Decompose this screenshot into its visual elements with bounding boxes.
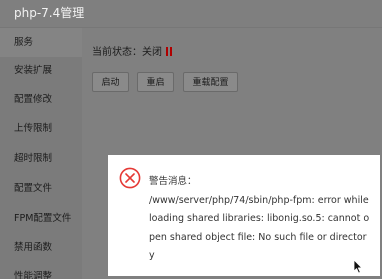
sidebar-item-disabled-functions[interactable]: 禁用函数 (0, 233, 82, 262)
sidebar-item-upload-limit[interactable]: 上传限制 (0, 114, 82, 143)
status-label: 当前状态：关闭 (92, 47, 162, 58)
sidebar-item-config-edit[interactable]: 配置修改 (0, 85, 82, 114)
mouse-pointer-icon (353, 259, 363, 274)
sidebar-item-fpm-config-file[interactable]: FPM配置文件 (0, 204, 82, 233)
alert-title: 警告消息： (149, 176, 197, 187)
sidebar-item-timeout-limit[interactable]: 超时限制 (0, 144, 82, 173)
titlebar: php-7.4管理 (0, 0, 382, 28)
alert-content: 警告消息： /www/server/php/74/sbin/php-fpm: e… (149, 173, 372, 266)
sidebar-item-config-file[interactable]: 配置文件 (0, 174, 82, 203)
error-circle-x-icon (119, 167, 141, 189)
alert-message: /www/server/php/74/sbin/php-fpm: error w… (149, 194, 370, 262)
start-button[interactable]: 启动 (92, 72, 129, 92)
sidebar-item-service[interactable]: 服务 (0, 28, 82, 57)
window-title: php-7.4管理 (14, 6, 85, 20)
restart-button[interactable]: 重启 (137, 72, 174, 92)
php-manager-window: php-7.4管理 服务 安装扩展 配置修改 上传限制 超时限制 配置文件 FP… (0, 0, 382, 279)
reload-config-button[interactable]: 重载配置 (183, 72, 238, 92)
error-alert: 警告消息： /www/server/php/74/sbin/php-fpm: e… (108, 155, 380, 276)
sidebar-item-performance-tuning[interactable]: 性能调整 (0, 262, 82, 279)
service-status: 当前状态：关闭 (92, 43, 172, 58)
sidebar-item-install-extensions[interactable]: 安装扩展 (0, 56, 82, 85)
pause-icon (166, 47, 172, 56)
sidebar: 服务 安装扩展 配置修改 上传限制 超时限制 配置文件 FPM配置文件 禁用函数… (0, 28, 82, 279)
